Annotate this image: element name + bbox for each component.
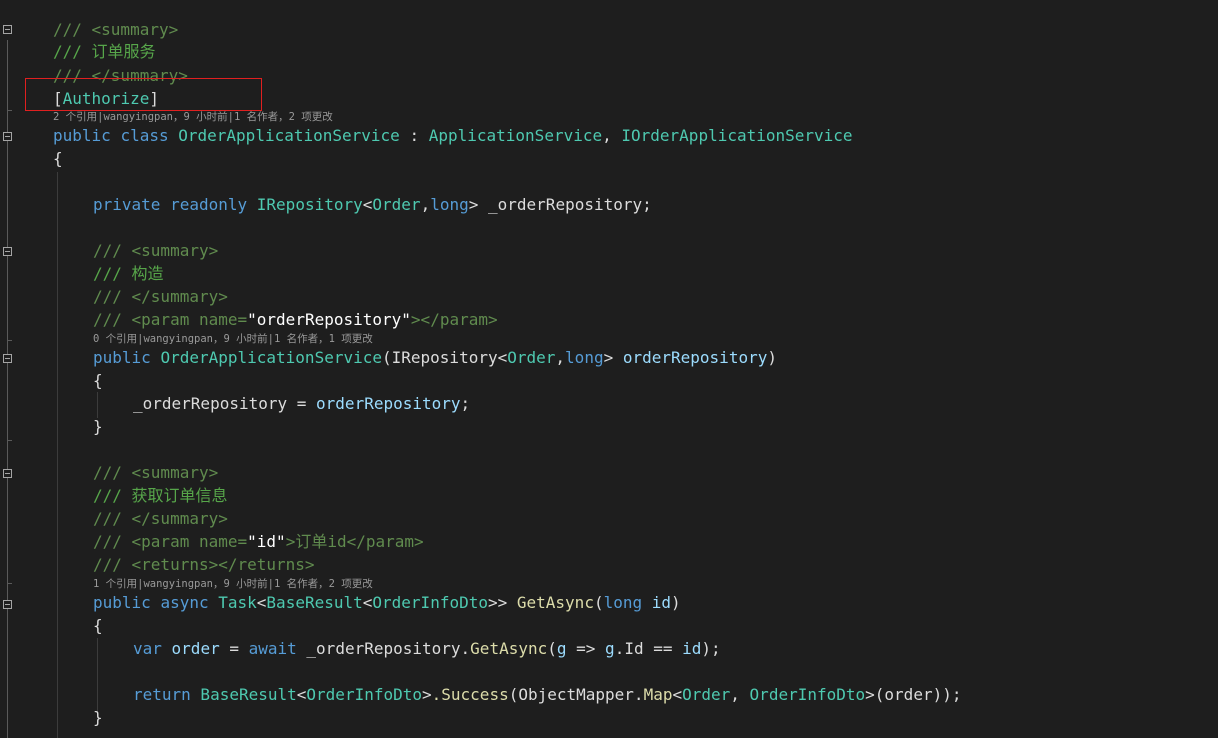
indent-guide xyxy=(97,392,98,418)
indent-guide xyxy=(57,172,58,738)
code-line-comment: /// <summary> xyxy=(93,463,219,482)
code-line-comment: /// <summary> xyxy=(53,20,179,39)
code-line-method-declaration: public async Task<BaseResult<OrderInfoDt… xyxy=(93,593,681,612)
code-line-brace: { xyxy=(53,149,63,168)
indent-guide xyxy=(97,638,98,712)
code-line-statement: var order = await _orderRepository.GetAs… xyxy=(133,639,721,658)
code-line-comment: /// 订单服务 xyxy=(53,42,156,61)
code-line-comment: /// <param name="id">订单id</param> xyxy=(93,532,424,551)
code-line-comment: /// 获取订单信息 xyxy=(93,486,228,505)
annotation-highlight-box xyxy=(25,78,262,111)
code-line-constructor: public OrderApplicationService(IReposito… xyxy=(93,348,777,367)
code-line-comment: /// <param name="orderRepository"></para… xyxy=(93,310,498,329)
codelens-references[interactable]: 1 个引用|wangyingpan，9 小时前|1 名作者，2 项更改 xyxy=(93,578,373,590)
codelens-references[interactable]: 2 个引用|wangyingpan，9 小时前|1 名作者，2 项更改 xyxy=(53,111,333,123)
code-line-assignment: _orderRepository = orderRepository; xyxy=(133,394,471,413)
code-line-field: private readonly IRepository<Order,long>… xyxy=(93,195,652,214)
code-line-comment: /// </summary> xyxy=(93,287,228,306)
code-line-comment: /// 构造 xyxy=(93,264,164,283)
code-line-brace: { xyxy=(93,371,103,390)
code-editor[interactable]: /// <summary> /// 订单服务 /// </summary> [A… xyxy=(0,0,1218,738)
code-line-brace: } xyxy=(93,708,103,727)
code-line-comment: /// <summary> xyxy=(93,241,219,260)
code-line-brace: } xyxy=(93,417,103,436)
codelens-references[interactable]: 0 个引用|wangyingpan，9 小时前|1 名作者，1 项更改 xyxy=(93,333,373,345)
code-line-statement: return BaseResult<OrderInfoDto>.Success(… xyxy=(133,685,962,704)
code-line-brace: { xyxy=(93,616,103,635)
code-line-comment: /// <returns></returns> xyxy=(93,555,315,574)
code-line-class-declaration: public class OrderApplicationService : A… xyxy=(53,126,853,145)
code-line-comment: /// </summary> xyxy=(93,509,228,528)
